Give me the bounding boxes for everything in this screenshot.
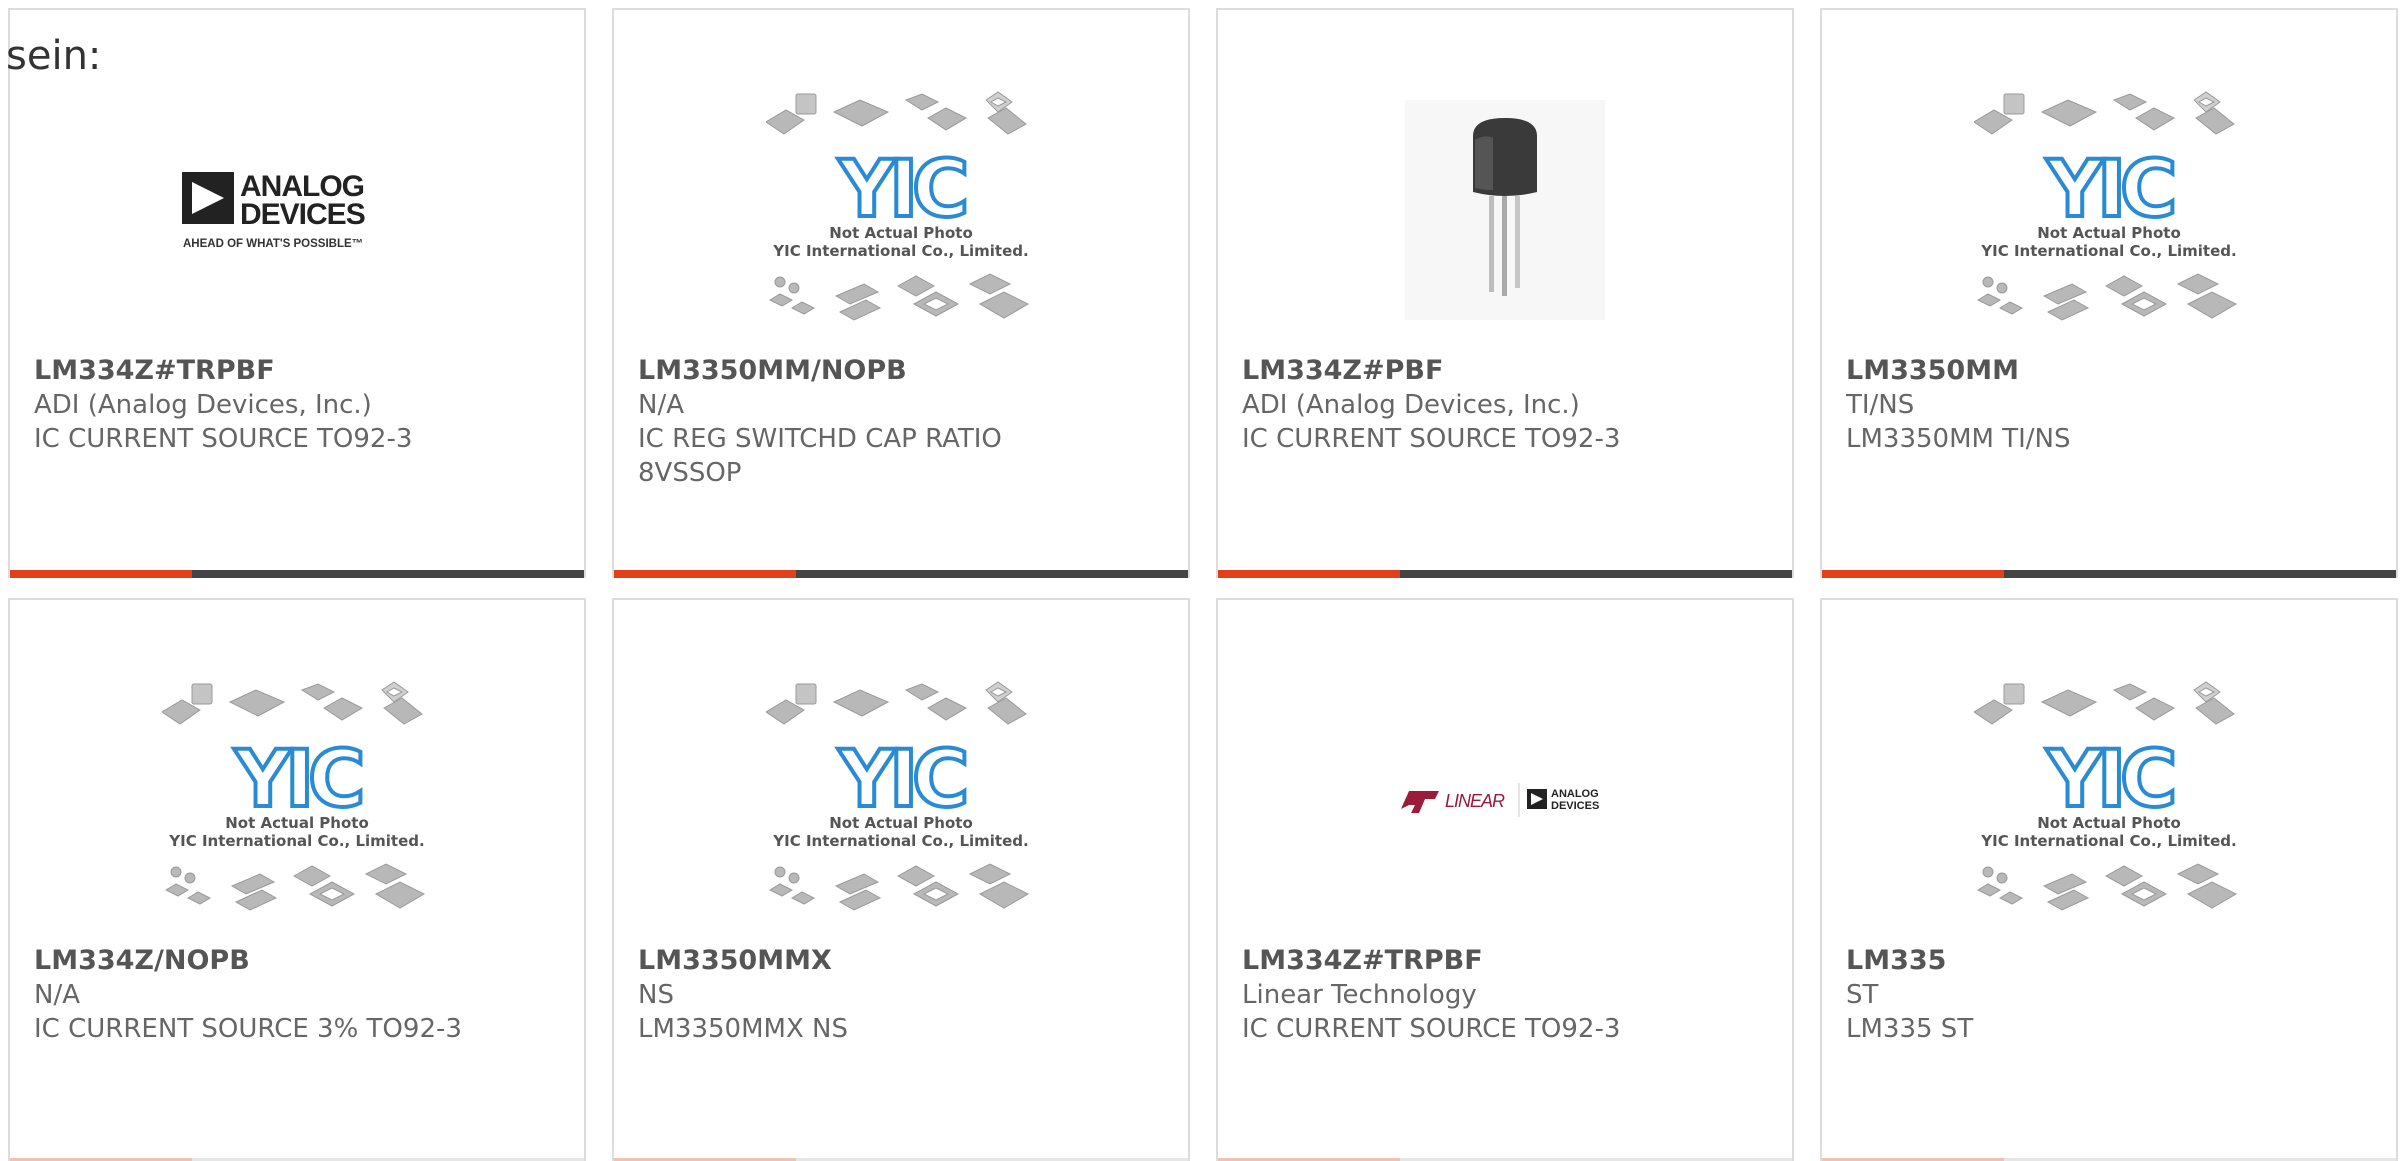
yic-logo: YIC [2046, 735, 2174, 825]
part-number[interactable]: LM3350MM [1846, 354, 2356, 388]
svg-text:DEVICES: DEVICES [240, 198, 365, 231]
svg-text:DEVICES: DEVICES [1551, 800, 1599, 812]
svg-text:ANALOG: ANALOG [1551, 788, 1599, 800]
product-image[interactable]: YIC Not Actual Photo YIC International C… [10, 650, 584, 950]
placeholder-line-2: YIC International Co., Limited. [772, 832, 1028, 850]
part-number[interactable]: LM334Z#PBF [1242, 354, 1752, 388]
svg-text:AHEAD OF WHAT'S POSSIBLE™: AHEAD OF WHAT'S POSSIBLE™ [183, 238, 363, 250]
placeholder-line-2: YIC International Co., Limited. [1980, 832, 2236, 850]
product-description: IC CURRENT SOURCE TO92-3 [34, 424, 413, 454]
placeholder-line-2: YIC International Co., Limited. [168, 832, 424, 850]
analog-devices-logo: ANALOG DEVICES AHEAD OF WHAT'S POSSIBLE™ [182, 170, 366, 250]
product-card[interactable]: LM334Z#PBF ADI (Analog Devices, Inc.) IC C… [1216, 8, 1794, 578]
part-number[interactable]: LM335 [1846, 944, 2356, 978]
product-card[interactable]: YIC Not Actual Photo YIC International C… [612, 598, 1190, 1161]
product-image[interactable] [1218, 60, 1792, 360]
manufacturer-name: ADI (Analog Devices, Inc.) [1242, 390, 1580, 420]
card-bottom-bar [1218, 570, 1792, 578]
manufacturer-name: ADI (Analog Devices, Inc.) [34, 390, 372, 420]
product-image[interactable]: YIC Not Actual Photo YIC International C… [614, 60, 1188, 360]
part-number[interactable]: LM334Z#TRPBF [1242, 944, 1752, 978]
product-image[interactable]: YIC Not Actual Photo YIC International C… [1822, 650, 2396, 950]
product-info: LM3350MM TI/NS LM3350MM TI/NS [1846, 354, 2356, 456]
card-accent-bar [614, 570, 796, 578]
product-info: LM3350MMX NS LM3350MMX NS [638, 944, 1148, 1046]
product-image[interactable]: ANALOG DEVICES AHEAD OF WHAT'S POSSIBLE™ [10, 60, 584, 360]
product-description: IC CURRENT SOURCE TO92-3 [1242, 424, 1621, 454]
manufacturer-name: Linear Technology [1242, 980, 1477, 1010]
card-accent-bar [10, 570, 192, 578]
product-info: LM3350MM/NOPB N/A IC REG SWITCHD CAP RATIO… [638, 354, 1148, 490]
product-info: LM334Z#TRPBF Linear Technology IC CURRENT … [1242, 944, 1752, 1046]
product-info: LM334Z#PBF ADI (Analog Devices, Inc.) IC C… [1242, 354, 1752, 456]
yic-logo: YIC [234, 735, 362, 825]
yic-logo: YIC [838, 735, 966, 825]
part-number[interactable]: LM3350MMX [638, 944, 1148, 978]
card-accent-bar [1218, 570, 1400, 578]
linear-technology-logo: LINEAR ANALOG DEVICES [1401, 783, 1599, 817]
product-info: LM334Z/NOPB N/A IC CURRENT SOURCE 3% TO92-… [34, 944, 544, 1046]
part-number[interactable]: LM3350MM/NOPB [638, 354, 1148, 388]
product-card[interactable]: YIC Not Actual Photo YIC International C… [612, 8, 1190, 578]
not-actual-photo-placeholder: YIC Not Actual Photo YIC International C… [1974, 681, 2238, 911]
not-actual-photo-placeholder: YIC Not Actual Photo YIC International C… [1974, 91, 2238, 321]
placeholder-line-1: Not Actual Photo [2037, 814, 2181, 832]
manufacturer-name: ST [1846, 980, 1879, 1010]
product-card[interactable]: LINEAR ANALOG DEVICES LM334Z#TRPBF Linear… [1216, 598, 1794, 1161]
not-actual-photo-placeholder: YIC Not Actual Photo YIC International C… [766, 681, 1030, 911]
intro-text: sein: [6, 33, 102, 79]
product-image[interactable]: YIC Not Actual Photo YIC International C… [1822, 60, 2396, 360]
product-description: IC REG SWITCHD CAP RATIO 8VSSOP [638, 424, 1002, 488]
placeholder-line-1: Not Actual Photo [829, 224, 973, 242]
placeholder-line-1: Not Actual Photo [829, 814, 973, 832]
product-card[interactable]: YIC Not Actual Photo YIC International C… [8, 598, 586, 1161]
product-image[interactable]: YIC Not Actual Photo YIC International C… [614, 650, 1188, 950]
product-image[interactable]: LINEAR ANALOG DEVICES [1218, 650, 1792, 950]
card-bottom-bar [614, 570, 1188, 578]
product-description: LM3350MM TI/NS [1846, 424, 2071, 454]
product-description: LM3350MMX NS [638, 1014, 848, 1044]
placeholder-line-1: Not Actual Photo [2037, 224, 2181, 242]
manufacturer-name: NS [638, 980, 674, 1010]
product-info: LM334Z#TRPBF ADI (Analog Devices, Inc.) IC… [34, 354, 544, 456]
product-info: LM335 ST LM335 ST [1846, 944, 2356, 1046]
svg-text:LINEAR: LINEAR [1445, 791, 1505, 811]
yic-logo: YIC [838, 145, 966, 235]
product-description: IC CURRENT SOURCE 3% TO92-3 [34, 1014, 462, 1044]
product-card[interactable]: YIC Not Actual Photo YIC International C… [1820, 598, 2398, 1161]
yic-logo: YIC [2046, 145, 2174, 235]
manufacturer-name: N/A [638, 390, 684, 420]
placeholder-line-2: YIC International Co., Limited. [772, 242, 1028, 260]
manufacturer-name: N/A [34, 980, 80, 1010]
product-card[interactable]: ANALOG DEVICES AHEAD OF WHAT'S POSSIBLE™… [8, 8, 586, 578]
product-card[interactable]: YIC Not Actual Photo YIC International C… [1820, 8, 2398, 578]
not-actual-photo-placeholder: YIC Not Actual Photo YIC International C… [766, 91, 1030, 321]
card-bottom-bar [1822, 570, 2396, 578]
placeholder-line-1: Not Actual Photo [225, 814, 369, 832]
part-number[interactable]: LM334Z/NOPB [34, 944, 544, 978]
part-number[interactable]: LM334Z#TRPBF [34, 354, 544, 388]
to92-transistor-photo [1405, 100, 1605, 320]
product-description: IC CURRENT SOURCE TO92-3 [1242, 1014, 1621, 1044]
not-actual-photo-placeholder: YIC Not Actual Photo YIC International C… [162, 681, 426, 911]
card-accent-bar [1822, 570, 2004, 578]
product-description: LM335 ST [1846, 1014, 1974, 1044]
placeholder-line-2: YIC International Co., Limited. [1980, 242, 2236, 260]
card-bottom-bar [10, 570, 584, 578]
manufacturer-name: TI/NS [1846, 390, 1915, 420]
